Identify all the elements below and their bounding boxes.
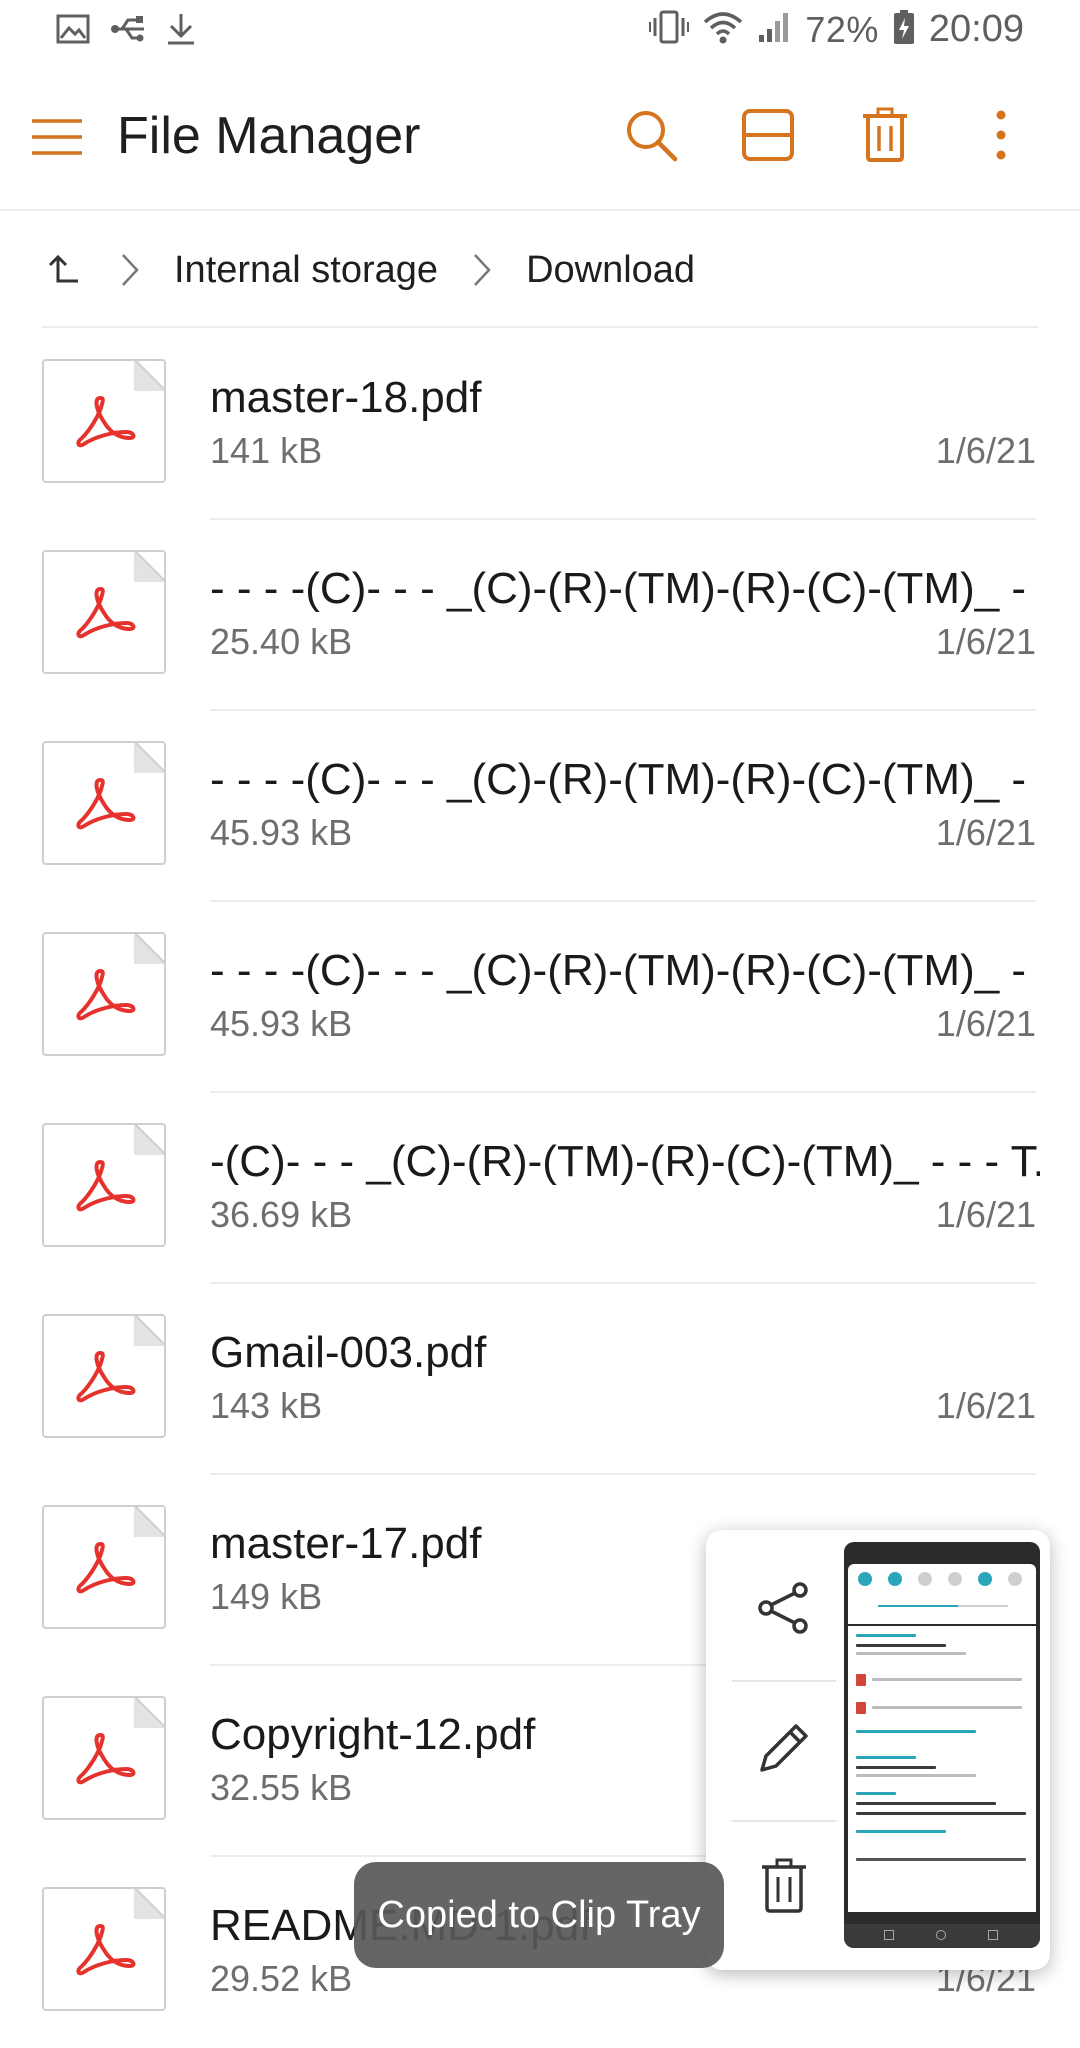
chevron-right-icon [462, 247, 502, 293]
clock: 20:09 [928, 8, 1024, 50]
file-date: 1/6/21 [935, 430, 1036, 471]
app-bar: File Manager [0, 72, 1080, 210]
edit-button[interactable] [732, 1696, 836, 1800]
pdf-file-icon [42, 1696, 166, 1820]
file-date: 1/6/21 [935, 812, 1036, 853]
battery-percent: 72% [805, 8, 879, 50]
file-row[interactable]: - - - -(C)- - - _(C)-(R)-(TM)-(R)-(C)-(T… [0, 902, 1080, 1093]
battery-charging-icon [893, 9, 915, 50]
edit-icon [760, 1724, 808, 1772]
more-vert-icon [996, 110, 1006, 160]
wifi-icon [703, 10, 743, 49]
file-name: - - - -(C)- - - _(C)-(R)-(TM)-(R)-(C)-(T… [210, 946, 1040, 995]
search-button[interactable] [618, 102, 684, 168]
breadcrumb-internal-storage[interactable]: Internal storage [174, 249, 438, 292]
delete-button[interactable] [732, 1834, 836, 1938]
file-name: - - - -(C)- - - _(C)-(R)-(TM)-(R)-(C)-(T… [210, 564, 1040, 613]
download-icon [166, 12, 196, 46]
chevron-right-icon [110, 247, 150, 293]
app-bar-divider [0, 209, 1080, 211]
vibrate-icon [649, 9, 690, 50]
panel-divider [732, 1680, 836, 1682]
screenshot-preview-panel [706, 1530, 1050, 1970]
pdf-file-icon [42, 550, 166, 674]
signal-icon [757, 11, 791, 48]
layout-icon [742, 109, 794, 161]
thumbnail-notifications [848, 1626, 1036, 1912]
file-size: 143 kB [210, 1385, 323, 1426]
thumbnail-nav-bar [844, 1924, 1040, 1948]
pdf-file-icon [42, 359, 166, 483]
menu-icon [32, 119, 82, 155]
status-left-icons [56, 12, 196, 46]
hamburger-menu-button[interactable] [30, 110, 84, 164]
image-icon [56, 14, 90, 44]
file-row[interactable]: - - - -(C)- - - _(C)-(R)-(TM)-(R)-(C)-(T… [0, 711, 1080, 902]
file-row[interactable]: master-18.pdf 141 kB 1/6/21 [0, 329, 1080, 520]
file-name: Gmail-003.pdf [210, 1328, 487, 1377]
status-right: 72% 20:09 [649, 8, 1024, 51]
more-options-button[interactable] [968, 102, 1034, 168]
trash-icon [863, 107, 907, 162]
pdf-file-icon [42, 1123, 166, 1247]
file-size: 25.40 kB [210, 621, 353, 662]
file-date: 1/6/21 [935, 1385, 1036, 1426]
file-name: master-18.pdf [210, 373, 482, 422]
search-icon [627, 111, 678, 162]
file-date: 1/6/21 [935, 621, 1036, 662]
screenshot-thumbnail[interactable] [844, 1542, 1040, 1948]
file-size: 45.93 kB [210, 812, 353, 853]
pdf-file-icon [42, 1314, 166, 1438]
file-size: 32.55 kB [210, 1767, 353, 1808]
delete-icon [762, 1858, 806, 1913]
usb-icon [110, 14, 146, 44]
file-date: 1/6/21 [935, 1194, 1036, 1235]
navigate-up-button[interactable] [40, 247, 86, 293]
trash-button[interactable] [852, 102, 918, 168]
file-size: 45.93 kB [210, 1003, 353, 1044]
pdf-file-icon [42, 932, 166, 1056]
breadcrumb-divider [42, 326, 1038, 328]
share-button[interactable] [732, 1556, 836, 1660]
pdf-file-icon [42, 1505, 166, 1629]
breadcrumb: Internal storage Download [40, 236, 695, 304]
status-bar: 72% 20:09 [0, 0, 1080, 64]
breadcrumb-download[interactable]: Download [526, 249, 695, 292]
file-size: 149 kB [210, 1576, 323, 1617]
file-row[interactable]: -(C)- - - _(C)-(R)-(TM)-(R)-(C)-(TM)_ - … [0, 1093, 1080, 1284]
file-row[interactable]: - - - -(C)- - - _(C)-(R)-(TM)-(R)-(C)-(T… [0, 520, 1080, 711]
layout-button[interactable] [735, 102, 801, 168]
up-arrow-icon [48, 254, 78, 283]
toast-message: Copied to Clip Tray [354, 1862, 724, 1968]
file-size: 29.52 kB [210, 1958, 353, 1999]
file-date: 1/6/21 [935, 1003, 1036, 1044]
file-name: - - - -(C)- - - _(C)-(R)-(TM)-(R)-(C)-(T… [210, 755, 1040, 804]
panel-divider [732, 1820, 836, 1822]
file-size: 141 kB [210, 430, 323, 471]
pdf-file-icon [42, 741, 166, 865]
share-icon [758, 1582, 808, 1634]
file-name: -(C)- - - _(C)-(R)-(TM)-(R)-(C)-(TM)_ - … [210, 1137, 1040, 1186]
pdf-file-icon [42, 1887, 166, 2011]
thumbnail-quick-settings [848, 1564, 1036, 1624]
file-size: 36.69 kB [210, 1194, 353, 1235]
file-row[interactable]: Gmail-003.pdf 143 kB 1/6/21 [0, 1284, 1080, 1475]
app-title: File Manager [117, 107, 421, 165]
